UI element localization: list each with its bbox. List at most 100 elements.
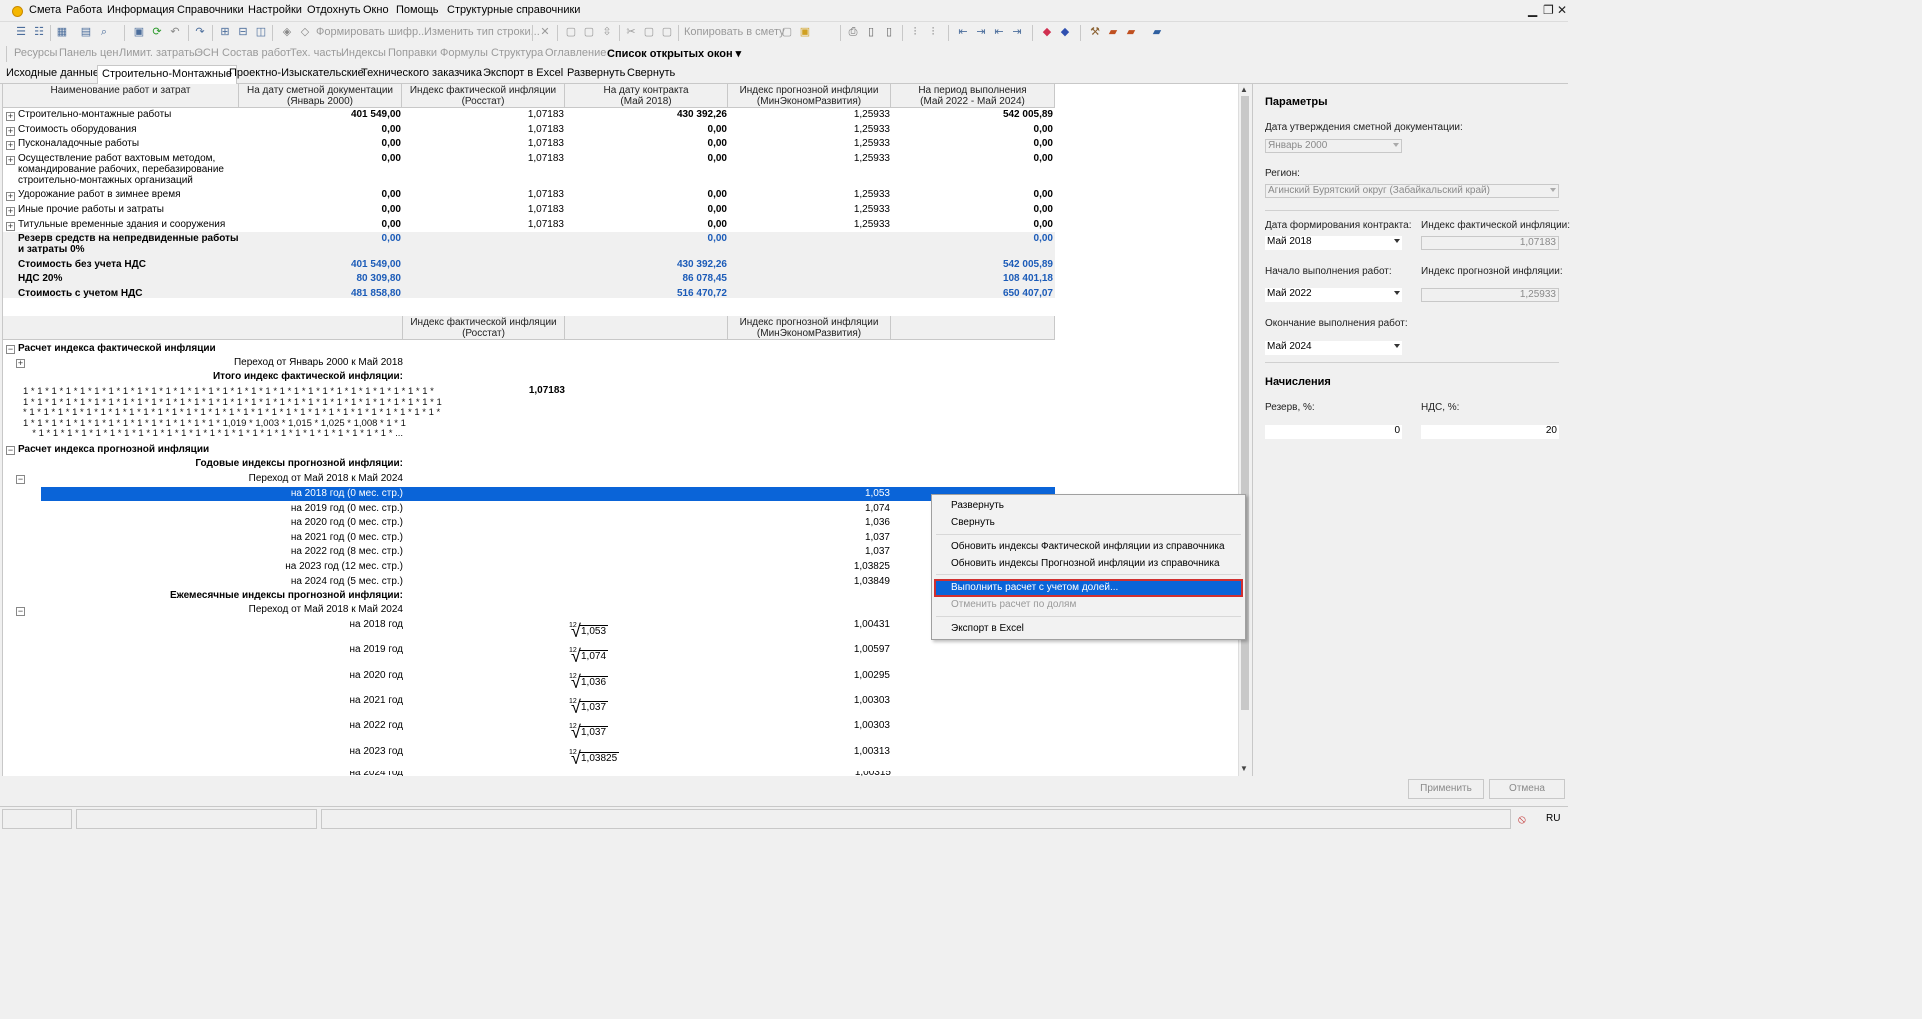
ctx-update-forecast[interactable]: Обновить индексы Прогнозной инфляции из … <box>951 558 1220 569</box>
form-cipher-button[interactable]: Формировать шифр... <box>316 26 427 38</box>
print-icon[interactable]: ⎙ <box>846 25 860 39</box>
page2-icon[interactable]: ▯ <box>882 25 896 39</box>
undo-icon[interactable]: ↶ <box>168 25 182 39</box>
tree-add-icon[interactable]: ☷ <box>32 25 46 39</box>
reserve-field[interactable]: 0 <box>1265 425 1402 439</box>
menu-pomosh[interactable]: Помощь <box>396 4 439 16</box>
expand-row-icon[interactable]: + <box>6 141 15 150</box>
page-icon[interactable]: ▯ <box>864 25 878 39</box>
tab-design[interactable]: Проектно-Изыскательские <box>229 67 364 79</box>
truck2-icon[interactable]: ▰ <box>1124 25 1138 39</box>
save-icon[interactable]: ▣ <box>132 25 146 39</box>
end-select[interactable]: Май 2024 <box>1265 341 1402 355</box>
paste2-icon[interactable]: ▢ <box>660 25 674 39</box>
truck-icon[interactable]: ▰ <box>1106 25 1120 39</box>
copy-to-estimate-button[interactable]: Копировать в смету <box>684 26 785 38</box>
indent2-icon[interactable]: ⇥ <box>974 25 988 39</box>
cost-row-name[interactable]: Стоимость оборудования <box>18 124 137 135</box>
comment-icon[interactable]: ◫ <box>254 25 268 39</box>
cancel-button[interactable]: Отмена <box>1489 779 1565 799</box>
annual-row-label[interactable]: на 2024 год (5 мес. стр.) <box>203 576 403 587</box>
expand-row-icon[interactable]: + <box>6 192 15 201</box>
tb-esn[interactable]: ЭСН <box>195 47 219 59</box>
clipboard-icon[interactable]: ▣ <box>798 25 812 39</box>
tree-icon[interactable]: ☰ <box>14 25 28 39</box>
col-header-fact-index[interactable]: Индекс фактической инфляции (Росстат) <box>402 84 565 108</box>
tab-export-excel[interactable]: Экспорт в Excel <box>483 67 563 79</box>
forecast-index-field[interactable]: 1,25933 <box>1421 288 1559 302</box>
language-indicator[interactable]: RU <box>1546 813 1560 824</box>
menu-nastroiki[interactable]: Настройки <box>248 4 302 16</box>
tb-tech-part[interactable]: Тех. часть <box>290 47 342 59</box>
menu-okno[interactable]: Окно <box>363 4 389 16</box>
col-header-base[interactable]: На дату сметной документации (Январь 200… <box>239 84 402 108</box>
monthly-row-label[interactable]: на 2023 год <box>253 746 404 757</box>
monthly-row-label[interactable]: на 2018 год <box>253 619 404 630</box>
change-row-type-button[interactable]: Изменить тип строки... <box>424 26 540 38</box>
approval-date-select[interactable]: Январь 2000 <box>1265 139 1402 153</box>
col-header-name[interactable]: Наименование работ и затрат <box>3 84 239 108</box>
expand-row-icon[interactable]: + <box>6 156 15 165</box>
menu-spravochniki[interactable]: Справочники <box>177 4 244 16</box>
split-icon[interactable]: ⫶ <box>908 25 922 39</box>
book-icon[interactable]: ◆ <box>1040 25 1054 39</box>
cut-icon[interactable]: ✂ <box>624 25 638 39</box>
close-icon[interactable]: ✕ <box>1557 3 1567 17</box>
tab-construction[interactable]: Строительно-Монтажные <box>97 65 238 84</box>
collapse-fact-icon[interactable]: − <box>6 345 15 354</box>
annual-row-label[interactable]: на 2019 год (0 мес. стр.) <box>203 503 403 514</box>
annual-row-label[interactable]: на 2018 год (0 мес. стр.) <box>203 488 403 499</box>
expand-fact-transition-icon[interactable]: + <box>16 359 25 368</box>
menu-smeta[interactable]: Смета <box>29 4 61 16</box>
collapse-forecast-icon[interactable]: − <box>6 446 15 455</box>
monthly-row-label[interactable]: на 2022 год <box>253 720 404 731</box>
vat-field[interactable]: 20 <box>1421 425 1559 439</box>
move-icon[interactable]: ⇳ <box>600 25 614 39</box>
menu-rabota[interactable]: Работа <box>66 4 102 16</box>
calc-icon[interactable]: ▤ <box>79 25 93 39</box>
table-icon[interactable]: ⊞ <box>218 25 232 39</box>
indent4-icon[interactable]: ⇥ <box>1010 25 1024 39</box>
refresh-icon[interactable]: ⟳ <box>150 25 164 39</box>
tb-price-panel[interactable]: Панель цен <box>59 47 118 59</box>
col-header-period[interactable]: На период выполнения (Май 2022 - Май 202… <box>891 84 1055 108</box>
ctx-expand[interactable]: Развернуть <box>951 500 1004 511</box>
indent3-icon[interactable]: ⇤ <box>992 25 1006 39</box>
ctx-collapse[interactable]: Свернуть <box>951 517 995 528</box>
ctx-update-fact[interactable]: Обновить индексы Фактической инфляции из… <box>951 541 1225 552</box>
cost-row-name[interactable]: Иные прочие работы и затраты <box>18 204 164 215</box>
contract-date-select[interactable]: Май 2018 <box>1265 236 1402 250</box>
annual-row-label[interactable]: на 2023 год (12 мес. стр.) <box>203 561 403 572</box>
tab-expand[interactable]: Развернуть <box>567 67 625 79</box>
tb-work-composition[interactable]: Состав работ <box>222 47 291 59</box>
cipher2-icon[interactable]: ◇ <box>298 25 312 39</box>
network-off-icon[interactable]: ⦸ <box>1518 812 1526 827</box>
cost-row-name[interactable]: Титульные временные здания и сооружения <box>18 219 225 230</box>
minimize-icon[interactable]: ▁ <box>1528 3 1537 17</box>
copy2-icon[interactable]: ▢ <box>642 25 656 39</box>
menu-struct[interactable]: Структурные справочники <box>447 4 580 16</box>
split2-icon[interactable]: ⫶ <box>926 25 940 39</box>
menu-info[interactable]: Информация <box>107 4 174 16</box>
book2-icon[interactable]: ◆ <box>1058 25 1072 39</box>
cost-row-name[interactable]: Пусконаладочные работы <box>18 138 139 149</box>
open-windows-dropdown[interactable]: Список открытых окон ▾ <box>607 47 741 60</box>
tb-formulas[interactable]: Формулы <box>440 47 488 59</box>
copy-icon[interactable]: ▢ <box>582 25 596 39</box>
tb-limit-costs[interactable]: Лимит. затраты <box>119 47 197 59</box>
paste-icon[interactable]: ▢ <box>564 25 578 39</box>
cost-row-name[interactable]: Удорожание работ в зимнее время <box>18 189 181 200</box>
annual-row-label[interactable]: на 2021 год (0 мес. стр.) <box>203 532 403 543</box>
tb-resources[interactable]: Ресурсы <box>14 47 57 59</box>
annual-row-label[interactable]: на 2022 год (8 мес. стр.) <box>203 546 403 557</box>
scroll-down-icon[interactable]: ▼ <box>1240 764 1248 773</box>
redo-icon[interactable]: ↷ <box>193 25 207 39</box>
expand-row-icon[interactable]: + <box>6 127 15 136</box>
fact-index-field[interactable]: 1,07183 <box>1421 236 1559 250</box>
find-icon[interactable]: ⌕ <box>97 25 111 39</box>
monthly-row-label[interactable]: на 2020 год <box>253 670 404 681</box>
indent-icon[interactable]: ⇤ <box>956 25 970 39</box>
tb-indexes[interactable]: Индексы <box>341 47 386 59</box>
col-header-contract[interactable]: На дату контракта (Май 2018) <box>565 84 728 108</box>
clip-icon[interactable]: ▢ <box>780 25 794 39</box>
